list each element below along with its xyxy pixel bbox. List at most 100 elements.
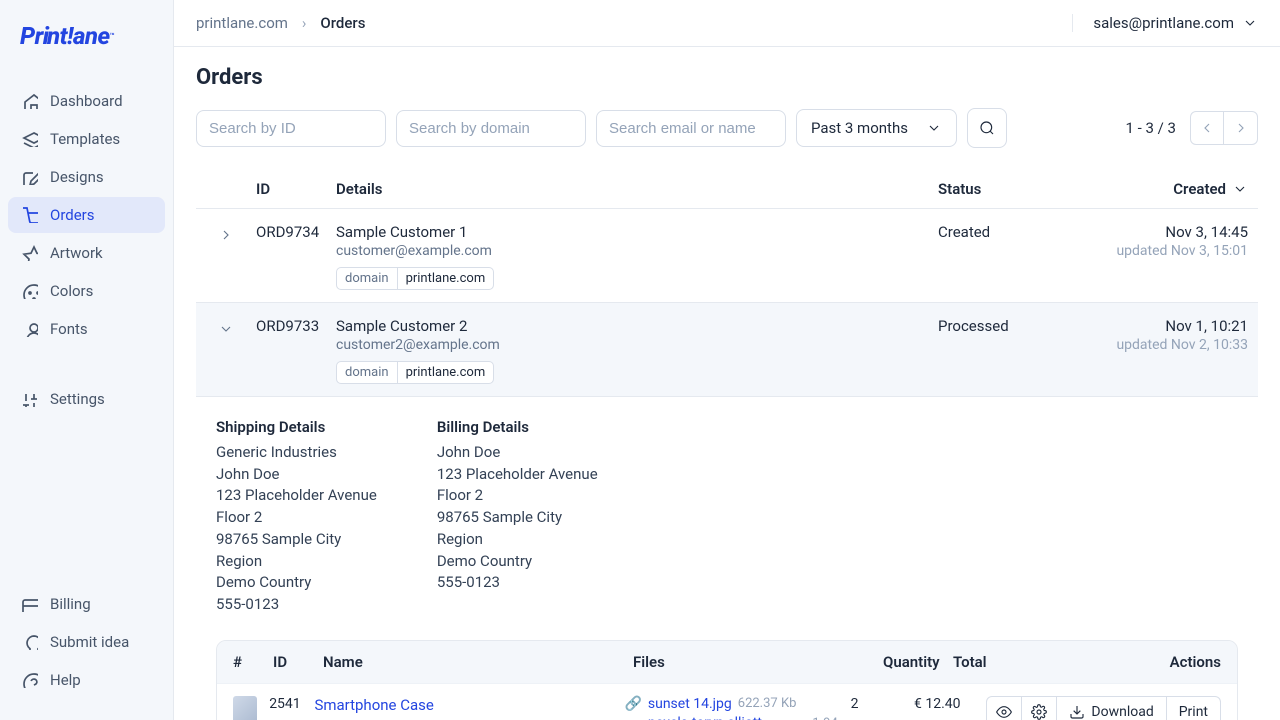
search-button[interactable] bbox=[967, 108, 1007, 148]
sidebar-item-templates[interactable]: Templates bbox=[8, 121, 165, 157]
content: Orders Past 3 months 1 - 3 / 3 bbox=[174, 47, 1280, 720]
page-counter: 1 - 3 / 3 bbox=[1125, 119, 1176, 137]
expand-toggle[interactable] bbox=[196, 317, 256, 384]
type-icon bbox=[22, 321, 38, 337]
order-row: ORD9734 Sample Customer 1 customer@examp… bbox=[196, 209, 1258, 303]
gear-icon bbox=[1031, 704, 1047, 720]
nav-label: Billing bbox=[50, 595, 91, 613]
date-range-select[interactable]: Past 3 months bbox=[796, 109, 957, 147]
pager-prev[interactable] bbox=[1190, 111, 1224, 145]
nav-label: Help bbox=[50, 671, 81, 689]
account-menu[interactable]: sales@printlane.com bbox=[1072, 14, 1258, 32]
download-icon bbox=[1069, 704, 1085, 720]
home-icon bbox=[22, 93, 38, 109]
bulb-icon bbox=[22, 634, 38, 650]
sidebar-item-orders[interactable]: Orders bbox=[8, 197, 165, 233]
order-id: ORD9734 bbox=[256, 223, 336, 290]
sidebar-item-dashboard[interactable]: Dashboard bbox=[8, 83, 165, 119]
sliders-icon bbox=[22, 391, 38, 407]
col-status: Status bbox=[938, 180, 1088, 198]
paperclip-icon: 🔗 bbox=[624, 696, 641, 712]
order-details-panel: Shipping Details Generic Industries John… bbox=[196, 397, 1258, 720]
topbar: printlane.com › Orders sales@printlane.c… bbox=[174, 0, 1280, 46]
order-id: ORD9733 bbox=[256, 317, 336, 384]
main: printlane.com › Orders sales@printlane.c… bbox=[174, 0, 1280, 720]
search-contact-input[interactable] bbox=[596, 110, 786, 147]
nav-label: Submit idea bbox=[50, 633, 129, 651]
preview-button[interactable] bbox=[986, 696, 1022, 720]
print-button[interactable]: Print bbox=[1167, 696, 1221, 720]
eye-icon bbox=[996, 704, 1012, 720]
breadcrumb-root[interactable]: printlane.com bbox=[196, 14, 288, 32]
search-icon bbox=[979, 120, 995, 136]
col-details: Details bbox=[336, 180, 938, 198]
chevron-down-icon bbox=[1232, 181, 1248, 197]
search-domain-input[interactable] bbox=[396, 110, 586, 147]
nav-label: Designs bbox=[50, 168, 104, 186]
sidebar-item-colors[interactable]: Colors bbox=[8, 273, 165, 309]
order-updated: updated Nov 3, 15:01 bbox=[1088, 243, 1248, 259]
chevron-right-icon bbox=[1233, 120, 1249, 136]
sidebar-item-billing[interactable]: Billing bbox=[8, 586, 165, 622]
order-status: Processed bbox=[938, 317, 1088, 384]
search-id-input[interactable] bbox=[196, 110, 386, 147]
chevron-right-icon bbox=[218, 227, 234, 243]
chevron-down-icon bbox=[1242, 15, 1258, 31]
page-title: Orders bbox=[196, 65, 1258, 90]
nav-footer: Billing Submit idea Help bbox=[0, 586, 173, 720]
date-range-label: Past 3 months bbox=[811, 119, 908, 137]
settings-button[interactable] bbox=[1022, 696, 1057, 720]
items-header: # ID Name Files Quantity Total Actions bbox=[217, 641, 1237, 683]
nav-label: Orders bbox=[50, 206, 95, 224]
sidebar-item-designs[interactable]: Designs bbox=[8, 159, 165, 195]
logo: Print!ane™ bbox=[0, 0, 173, 68]
chevron-down-icon bbox=[926, 120, 942, 136]
domain-tag: domain printlane.com bbox=[336, 361, 494, 384]
order-updated: updated Nov 2, 10:33 bbox=[1088, 337, 1248, 353]
customer-email: customer2@example.com bbox=[336, 337, 938, 353]
chevron-down-icon bbox=[218, 321, 234, 337]
chevron-right-icon: › bbox=[302, 14, 307, 32]
sidebar-item-submit-idea[interactable]: Submit idea bbox=[8, 624, 165, 660]
shipping-details: Shipping Details Generic Industries John… bbox=[216, 417, 377, 616]
order-created: Nov 1, 10:21 bbox=[1088, 317, 1248, 335]
item-total: € 12.40 bbox=[914, 696, 986, 712]
item-name[interactable]: Smartphone Case bbox=[314, 696, 624, 714]
sidebar-item-help[interactable]: Help bbox=[8, 662, 165, 698]
star-icon bbox=[22, 245, 38, 261]
nav-label: Colors bbox=[50, 282, 93, 300]
credit-card-icon bbox=[22, 596, 38, 612]
breadcrumb: printlane.com › Orders bbox=[196, 14, 365, 32]
file-link[interactable]: 🔗sunset 14.jpg622.37 Kb bbox=[624, 696, 850, 712]
sidebar-item-fonts[interactable]: Fonts bbox=[8, 311, 165, 347]
item-id: 2541 bbox=[269, 696, 314, 712]
cart-icon bbox=[22, 207, 38, 223]
customer-name: Sample Customer 1 bbox=[336, 223, 938, 241]
expand-toggle[interactable] bbox=[196, 223, 256, 290]
col-created[interactable]: Created bbox=[1088, 180, 1258, 198]
breadcrumb-current: Orders bbox=[320, 14, 365, 32]
order-created: Nov 3, 14:45 bbox=[1088, 223, 1248, 241]
sidebar-item-artwork[interactable]: Artwork bbox=[8, 235, 165, 271]
item-qty: 2 bbox=[851, 696, 914, 712]
line-items: # ID Name Files Quantity Total Actions 2… bbox=[216, 640, 1238, 720]
customer-email: customer@example.com bbox=[336, 243, 938, 259]
nav-label: Dashboard bbox=[50, 92, 123, 110]
billing-details: Billing Details John Doe 123 Placeholder… bbox=[437, 417, 598, 616]
order-row: ORD9733 Sample Customer 2 customer2@exam… bbox=[196, 303, 1258, 397]
edit-icon bbox=[22, 169, 38, 185]
pager-next[interactable] bbox=[1224, 111, 1258, 145]
download-button[interactable]: Download bbox=[1057, 696, 1166, 720]
help-icon bbox=[22, 672, 38, 688]
domain-tag: domain printlane.com bbox=[336, 267, 494, 290]
account-email: sales@printlane.com bbox=[1093, 14, 1234, 32]
col-id: ID bbox=[256, 180, 336, 198]
order-status: Created bbox=[938, 223, 1088, 290]
nav-label: Templates bbox=[50, 130, 120, 148]
sidebar: Print!ane™ Dashboard Templates Designs O… bbox=[0, 0, 174, 720]
customer-name: Sample Customer 2 bbox=[336, 317, 938, 335]
file-link[interactable]: 🔗pexels-taryn-elliott-3889705.jpg1.94 Mb bbox=[624, 715, 850, 720]
sidebar-item-settings[interactable]: Settings bbox=[8, 381, 165, 417]
palette-icon bbox=[22, 283, 38, 299]
orders-table: ID Details Status Created ORD9734 Sam bbox=[196, 170, 1258, 720]
